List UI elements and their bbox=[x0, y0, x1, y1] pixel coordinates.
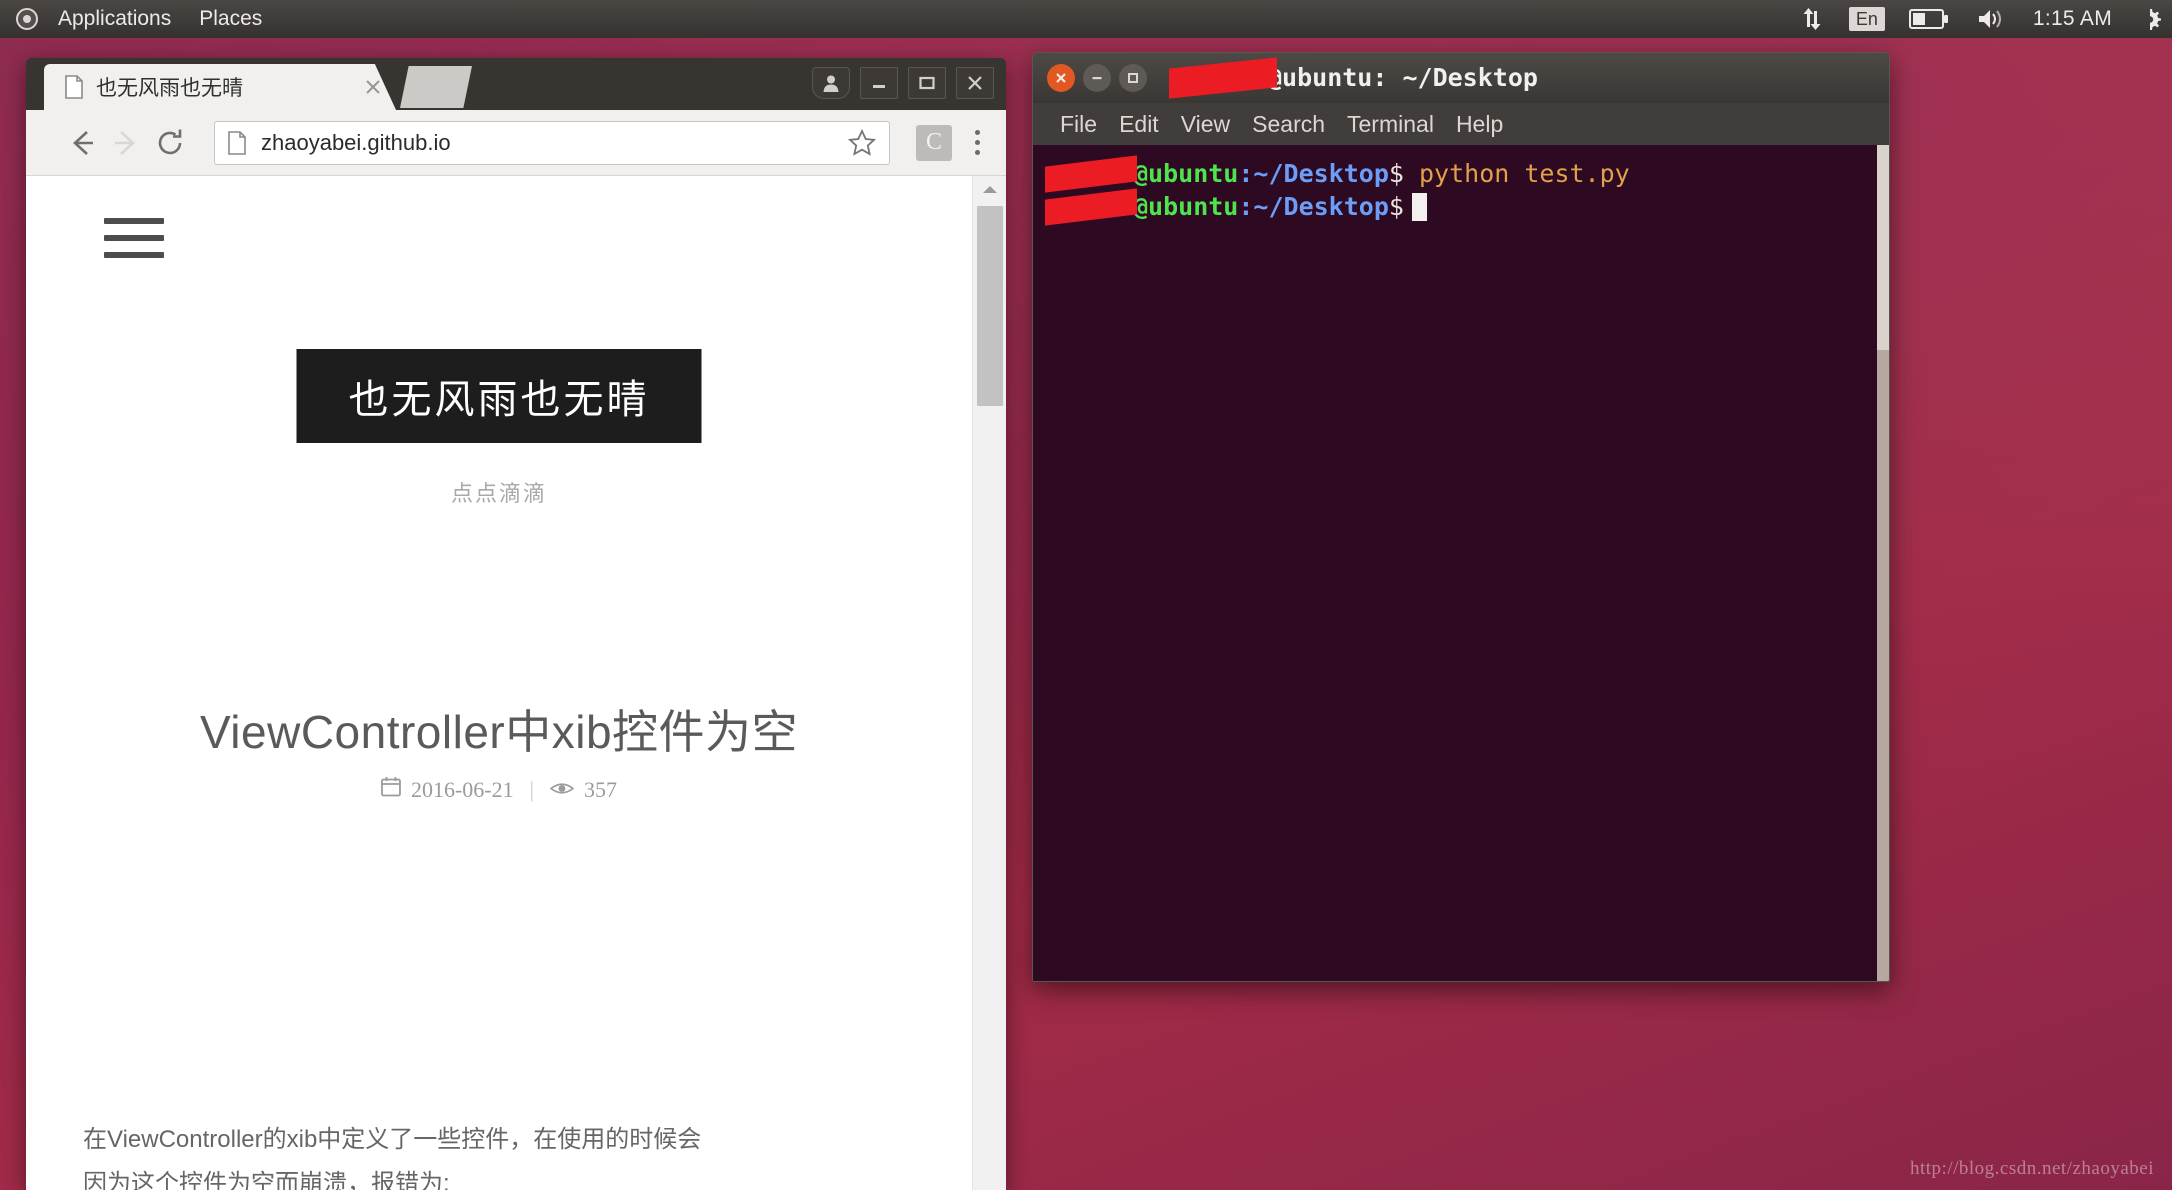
terminal-menu-help[interactable]: Help bbox=[1445, 111, 1514, 138]
volume-icon[interactable] bbox=[1963, 0, 2021, 38]
browser-tab-title: 也无风雨也无晴 bbox=[96, 77, 243, 100]
terminal-cursor bbox=[1411, 192, 1427, 221]
page-icon bbox=[64, 75, 84, 99]
redaction-mark bbox=[1045, 187, 1137, 226]
browser-tab-active[interactable]: 也无风雨也无晴 bbox=[44, 64, 396, 110]
star-icon[interactable] bbox=[847, 128, 877, 158]
post-date: 2016-06-21 bbox=[410, 776, 514, 802]
terminal-path: :~/Desktop bbox=[1238, 159, 1389, 188]
terminal-window: @ubuntu: ~/Desktop File Edit View Search… bbox=[1032, 52, 1890, 982]
terminal-title: @ubuntu: ~/Desktop bbox=[1169, 56, 1538, 99]
back-arrow-icon[interactable] bbox=[60, 121, 104, 165]
browser-tabstrip: 也无风雨也无晴 bbox=[26, 58, 1006, 110]
forward-arrow-icon[interactable] bbox=[104, 121, 148, 165]
scrollbar-thumb[interactable] bbox=[977, 206, 1003, 406]
extension-icon[interactable]: C bbox=[916, 124, 952, 161]
terminal-line: @ubuntu :~/Desktop $ bbox=[1045, 187, 1889, 226]
gear-icon[interactable] bbox=[2124, 0, 2168, 38]
hamburger-menu-icon[interactable] bbox=[104, 218, 164, 269]
panel-left-group: Applications Places bbox=[0, 0, 276, 38]
meta-separator: | bbox=[529, 776, 535, 802]
site-title: 也无风雨也无晴 bbox=[348, 378, 650, 422]
terminal-menu-edit[interactable]: Edit bbox=[1108, 111, 1170, 138]
panel-indicator-group: En 1:15 AM bbox=[1785, 0, 2172, 38]
terminal-user: @ubuntu bbox=[1133, 192, 1239, 221]
minimize-icon[interactable] bbox=[1083, 64, 1111, 92]
post-view-count: 357 bbox=[584, 776, 618, 802]
top-panel: Applications Places En 1:15 AM bbox=[0, 0, 2172, 38]
minimize-icon[interactable] bbox=[860, 67, 898, 99]
page-scrollbar[interactable] bbox=[972, 176, 1006, 1190]
terminal-output-area[interactable]: @ubuntu :~/Desktop $ python test.py @ubu… bbox=[1033, 145, 1889, 981]
close-icon[interactable] bbox=[360, 74, 386, 100]
web-page-content: 也无风雨也无晴 点点滴滴 ViewController中xib控件为空 2016… bbox=[26, 176, 972, 1190]
terminal-menu-search[interactable]: Search bbox=[1241, 111, 1336, 138]
terminal-title-text: @ubuntu: ~/Desktop bbox=[1267, 62, 1538, 92]
ubuntu-logo-icon[interactable] bbox=[16, 8, 38, 30]
panel-menu-applications[interactable]: Applications bbox=[44, 0, 185, 38]
watermark: http://blog.csdn.net/zhaoyabei bbox=[1909, 1158, 2154, 1179]
post-body-text: 在ViewController的xib中定义了一些控件，在使用的时候会因为这个控… bbox=[83, 1126, 702, 1190]
maximize-icon[interactable] bbox=[1119, 64, 1147, 92]
browser-window-controls bbox=[812, 67, 994, 99]
terminal-menu-view[interactable]: View bbox=[1170, 111, 1241, 138]
terminal-path: :~/Desktop bbox=[1238, 192, 1389, 221]
desktop: Applications Places En 1:15 AM 也无风雨也无晴 z… bbox=[0, 0, 2172, 1190]
scroll-up-arrow-icon[interactable] bbox=[973, 176, 1006, 202]
terminal-menubar: File Edit View Search Terminal Help bbox=[1033, 103, 1889, 145]
browser-toolbar: C bbox=[26, 110, 1006, 176]
redaction-mark bbox=[1169, 56, 1277, 99]
terminal-prompt-symbol: $ bbox=[1388, 159, 1404, 188]
terminal-command: python test.py bbox=[1403, 159, 1630, 188]
page-icon bbox=[227, 130, 247, 155]
terminal-prompt-symbol: $ bbox=[1388, 192, 1404, 221]
battery-icon[interactable] bbox=[1895, 0, 1963, 38]
new-tab-button[interactable] bbox=[400, 66, 472, 108]
terminal-menu-terminal[interactable]: Terminal bbox=[1336, 111, 1445, 138]
post-meta: 2016-06-21 | 357 bbox=[381, 776, 617, 803]
close-icon[interactable] bbox=[956, 67, 994, 99]
site-title-banner: 也无风雨也无晴 bbox=[296, 349, 702, 443]
keyboard-layout-indicator[interactable]: En bbox=[1848, 6, 1885, 32]
terminal-user: @ubuntu bbox=[1133, 159, 1239, 188]
terminal-titlebar[interactable]: @ubuntu: ~/Desktop bbox=[1033, 53, 1889, 103]
eye-icon bbox=[549, 777, 575, 803]
scrollbar-thumb[interactable] bbox=[1877, 145, 1889, 350]
site-subtitle: 点点滴滴 bbox=[450, 481, 548, 506]
post-title: ViewController中xib控件为空 bbox=[199, 706, 799, 758]
redaction-mark bbox=[1045, 154, 1137, 193]
terminal-line: @ubuntu :~/Desktop $ python test.py bbox=[1045, 154, 1889, 193]
close-icon[interactable] bbox=[1047, 64, 1075, 92]
terminal-scrollbar[interactable] bbox=[1877, 145, 1889, 981]
clock[interactable]: 1:15 AM bbox=[2021, 0, 2124, 38]
three-dots-icon[interactable] bbox=[962, 123, 992, 163]
reload-icon[interactable] bbox=[148, 121, 192, 165]
chrome-browser-window: 也无风雨也无晴 zhaoyabei.github.io C 也无风雨也无晴 点点… bbox=[26, 58, 1006, 1190]
maximize-icon[interactable] bbox=[908, 67, 946, 99]
omnibox[interactable] bbox=[214, 120, 890, 165]
page-viewport: 也无风雨也无晴 点点滴滴 ViewController中xib控件为空 2016… bbox=[26, 176, 1006, 1190]
user-avatar-icon[interactable] bbox=[812, 67, 850, 99]
panel-menu-places[interactable]: Places bbox=[185, 0, 276, 38]
network-updown-icon[interactable] bbox=[1785, 0, 1839, 38]
calendar-icon bbox=[381, 776, 401, 803]
address-bar-input[interactable] bbox=[261, 129, 847, 156]
terminal-menu-file[interactable]: File bbox=[1049, 111, 1108, 138]
